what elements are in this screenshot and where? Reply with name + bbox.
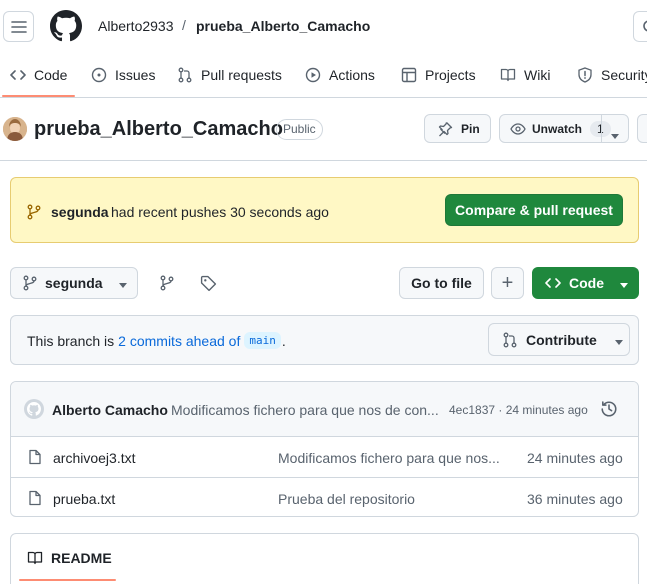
book-icon <box>27 550 43 566</box>
eye-icon <box>510 121 526 137</box>
watch-label: Unwatch <box>532 121 583 136</box>
branches-icon[interactable] <box>159 275 175 291</box>
banner-branch[interactable]: segunda <box>51 204 109 220</box>
menu-button[interactable] <box>3 11 34 42</box>
latest-commit-row: Alberto Camacho Modificamos fichero para… <box>11 382 638 436</box>
plus-icon: + <box>501 272 514 294</box>
contribute-label: Contribute <box>526 331 597 348</box>
tab-actions[interactable]: Actions <box>305 60 375 90</box>
git-pull-request-icon <box>177 67 193 83</box>
file-commit-message[interactable]: Prueba del repositorio <box>278 491 415 507</box>
tab-label: Actions <box>329 67 375 83</box>
github-logo-icon[interactable] <box>50 10 82 42</box>
history-icon[interactable] <box>600 400 618 418</box>
readme-tab[interactable]: README <box>27 550 112 566</box>
watch-button[interactable]: Unwatch 1 <box>499 114 629 143</box>
shield-icon <box>577 67 593 83</box>
fork-button[interactable] <box>637 114 647 143</box>
add-file-button[interactable]: + <box>491 267 524 299</box>
compare-label: Compare & pull request <box>455 202 613 218</box>
commits-ahead-link[interactable]: 2 commits ahead of <box>118 333 240 349</box>
branch-info-box: This branch is 2 commits ahead of main .… <box>10 315 639 365</box>
commit-author-avatar[interactable] <box>24 399 44 419</box>
chevron-down-icon <box>620 275 628 291</box>
table-icon <box>401 67 417 83</box>
branch-status-prefix: This branch is <box>27 332 115 349</box>
code-icon <box>10 67 26 83</box>
tab-code[interactable]: Code <box>10 60 67 90</box>
branch-selector[interactable]: segunda <box>10 267 138 299</box>
tab-label: Security <box>601 67 647 83</box>
watch-divider <box>601 115 602 142</box>
pin-button[interactable]: Pin <box>424 114 491 143</box>
tab-issues[interactable]: Issues <box>91 60 155 90</box>
commit-author[interactable]: Alberto Camacho <box>52 402 168 418</box>
branch-status-suffix: . <box>281 332 286 349</box>
table-row[interactable]: archivoej3.txt Modificamos fichero para … <box>11 436 638 477</box>
search-icon <box>642 19 647 35</box>
readme-tab-underline <box>19 579 116 581</box>
tab-security[interactable]: Security <box>577 60 647 90</box>
tab-label: Projects <box>425 67 476 83</box>
book-icon <box>500 67 516 83</box>
tab-wiki[interactable]: Wiki <box>500 60 550 90</box>
file-icon <box>27 449 43 465</box>
push-banner: segunda had recent pushes 30 seconds ago… <box>10 177 639 243</box>
tab-projects[interactable]: Projects <box>401 60 476 90</box>
visibility-badge: Public <box>276 119 323 140</box>
go-to-file-button[interactable]: Go to file <box>399 267 484 299</box>
git-pull-request-icon <box>502 332 518 348</box>
issue-opened-icon <box>91 67 107 83</box>
header-divider <box>0 97 647 98</box>
commit-meta[interactable]: 4ec1837 · 24 minutes ago <box>449 403 588 417</box>
chevron-down-icon[interactable] <box>611 126 619 142</box>
code-icon <box>545 275 561 291</box>
tab-label: Wiki <box>524 67 551 83</box>
chevron-down-icon <box>118 275 127 291</box>
branch-name: segunda <box>45 275 103 291</box>
search-button[interactable] <box>633 11 647 42</box>
banner-message: had recent pushes 30 seconds ago <box>111 204 329 220</box>
tag-icon[interactable] <box>200 275 217 292</box>
repo-title[interactable]: prueba_Alberto_Camacho <box>34 118 283 141</box>
tab-pull-requests[interactable]: Pull requests <box>177 60 282 90</box>
readme-label: README <box>51 550 112 566</box>
commit-message[interactable]: Modificamos fichero para que nos de con.… <box>171 402 439 418</box>
branch-status: This branch is 2 commits ahead of main . <box>27 332 286 349</box>
compare-pull-request-button[interactable]: Compare & pull request <box>445 194 623 226</box>
readme-box: README <box>10 533 639 584</box>
file-commit-time: 36 minutes ago <box>527 491 623 507</box>
title-divider <box>0 160 647 161</box>
file-commit-message[interactable]: Modificamos fichero para que nos... <box>278 450 500 466</box>
git-branch-icon <box>23 275 37 291</box>
table-row[interactable]: prueba.txt Prueba del repositorio 36 min… <box>11 477 638 516</box>
hamburger-icon <box>10 19 27 35</box>
tab-label: Issues <box>115 67 156 83</box>
pin-label: Pin <box>461 121 480 136</box>
avatar[interactable] <box>3 117 27 141</box>
tab-label: Code <box>34 67 68 83</box>
code-button[interactable]: Code <box>532 267 639 299</box>
owner-link[interactable]: Alberto2933 <box>98 18 174 34</box>
file-icon <box>27 490 43 506</box>
breadcrumb-separator: / <box>182 17 186 33</box>
play-icon <box>305 67 321 83</box>
tab-label: Pull requests <box>201 67 282 83</box>
file-table: Alberto Camacho Modificamos fichero para… <box>10 381 639 517</box>
file-commit-time: 24 minutes ago <box>527 450 623 466</box>
file-name[interactable]: prueba.txt <box>53 491 115 507</box>
repo-link[interactable]: prueba_Alberto_Camacho <box>196 18 370 34</box>
chevron-down-icon <box>614 332 623 348</box>
file-name[interactable]: archivoej3.txt <box>53 450 135 466</box>
git-branch-icon <box>27 204 41 220</box>
pin-icon <box>437 121 453 137</box>
go-to-file-label: Go to file <box>411 275 472 291</box>
base-branch-chip[interactable]: main <box>244 332 281 349</box>
code-label: Code <box>569 275 604 291</box>
contribute-button[interactable]: Contribute <box>488 323 630 356</box>
